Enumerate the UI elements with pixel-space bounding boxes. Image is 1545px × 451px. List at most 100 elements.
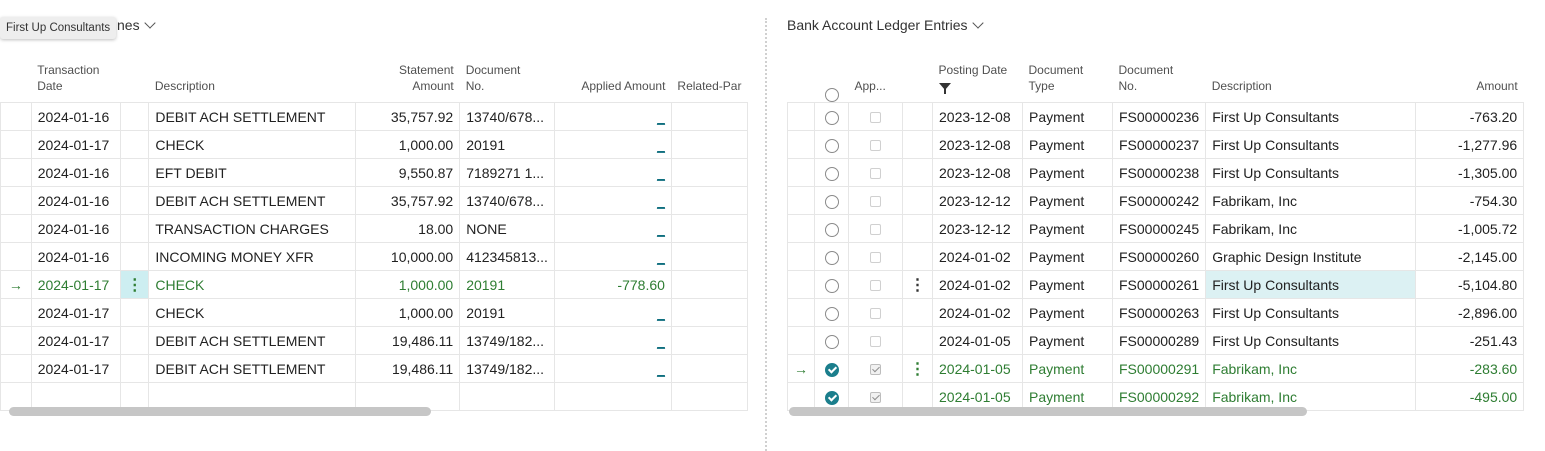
row-menu-icon[interactable]: ⋮: [902, 354, 933, 383]
document-no-cell[interactable]: 20191: [459, 130, 555, 159]
document-no-cell[interactable]: FS00000289: [1112, 326, 1207, 355]
applied-amount-cell[interactable]: _: [554, 158, 672, 187]
applied-cell[interactable]: [848, 270, 903, 299]
related-party-cell[interactable]: [671, 130, 748, 159]
document-no-cell[interactable]: FS00000261: [1112, 270, 1207, 299]
transaction-date-cell[interactable]: 2024-01-16: [31, 158, 122, 187]
document-no-cell[interactable]: FS00000291: [1112, 354, 1207, 383]
document-no-cell[interactable]: 13740/678...: [459, 102, 555, 131]
applied-cell[interactable]: [848, 214, 903, 243]
table-row[interactable]: 2024-01-16 INCOMING MONEY XFR 10,000.00 412…: [0, 242, 748, 271]
applied-cell[interactable]: [848, 158, 903, 187]
related-party-cell[interactable]: [671, 326, 748, 355]
row-select-cell[interactable]: [814, 242, 849, 271]
description-cell[interactable]: DEBIT ACH SETTLEMENT: [148, 102, 357, 131]
header-posting-date[interactable]: Posting Date: [933, 50, 1023, 103]
statement-amount-cell[interactable]: 10,000.00: [355, 242, 461, 271]
description-cell[interactable]: TRANSACTION CHARGES: [148, 214, 357, 243]
description-cell[interactable]: Graphic Design Institute: [1205, 242, 1417, 271]
table-row[interactable]: → ⋮ 2024-01-05 Payment FS00000291 Fabrikam, I…: [787, 354, 1525, 383]
document-no-cell[interactable]: FS00000245: [1112, 214, 1207, 243]
row-select-cell[interactable]: [814, 102, 849, 131]
document-no-cell[interactable]: FS00000237: [1112, 130, 1207, 159]
applied-cell[interactable]: [848, 242, 903, 271]
transaction-date-cell[interactable]: 2024-01-16: [31, 214, 122, 243]
header-applied-amount[interactable]: Applied Amount: [554, 50, 671, 103]
applied-amount-cell[interactable]: _: [554, 242, 672, 271]
header-amount[interactable]: Amount: [1416, 50, 1524, 103]
row-menu-icon[interactable]: [120, 298, 150, 327]
amount-cell[interactable]: -754.30: [1415, 186, 1525, 215]
header-document-no[interactable]: Document No.: [460, 50, 555, 103]
row-menu-icon[interactable]: ⋮: [120, 270, 150, 299]
row-menu-icon[interactable]: [120, 130, 150, 159]
select-all-radio[interactable]: [824, 87, 839, 102]
table-row[interactable]: → 2024-01-17 ⋮ CHECK 1,000.00 20191 -778.60: [0, 270, 748, 299]
table-row[interactable]: 2024-01-16 DEBIT ACH SETTLEMENT 35,757.92 1…: [0, 102, 748, 131]
document-no-cell[interactable]: 7189271 1...: [459, 158, 555, 187]
document-no-cell[interactable]: 13749/182...: [459, 354, 555, 383]
applied-amount-cell[interactable]: _: [554, 102, 672, 131]
applied-checkbox[interactable]: [870, 364, 881, 376]
table-row[interactable]: 2023-12-12 Payment FS00000245 Fabrikam, Inc…: [787, 214, 1525, 243]
document-no-cell[interactable]: 20191: [459, 270, 555, 299]
row-select-radio[interactable]: [824, 306, 839, 321]
document-no-cell[interactable]: 13749/182...: [459, 326, 555, 355]
amount-cell[interactable]: -763.20: [1415, 102, 1525, 131]
row-menu-icon[interactable]: [902, 326, 933, 355]
applied-checkbox[interactable]: [870, 280, 881, 292]
row-select-radio[interactable]: [824, 166, 839, 181]
description-cell[interactable]: Fabrikam, Inc: [1205, 214, 1417, 243]
row-select-cell[interactable]: [814, 354, 849, 383]
amount-cell[interactable]: -2,896.00: [1415, 298, 1525, 327]
applied-checkbox[interactable]: [870, 196, 881, 208]
row-menu-icon[interactable]: [902, 130, 933, 159]
row-select-radio[interactable]: [824, 334, 839, 349]
table-row[interactable]: 2023-12-08 Payment FS00000237 First Up Cons…: [787, 130, 1525, 159]
row-menu-icon[interactable]: [120, 102, 150, 131]
applied-amount-cell[interactable]: _: [554, 298, 672, 327]
statement-amount-cell[interactable]: 18.00: [355, 214, 461, 243]
statement-amount-cell[interactable]: 19,486.11: [355, 354, 461, 383]
row-menu-icon[interactable]: [120, 186, 150, 215]
table-row[interactable]: 2024-01-02 Payment FS00000260 Graphic Desig…: [787, 242, 1525, 271]
transaction-date-cell[interactable]: 2024-01-16: [31, 242, 122, 271]
statement-amount-cell[interactable]: 1,000.00: [355, 270, 461, 299]
applied-checkbox[interactable]: [870, 168, 881, 180]
statement-amount-cell[interactable]: 9,550.87: [355, 158, 461, 187]
document-no-cell[interactable]: FS00000236: [1112, 102, 1207, 131]
pane-divider[interactable]: [765, 18, 767, 451]
transaction-date-cell[interactable]: 2024-01-17: [31, 130, 122, 159]
header-description[interactable]: Description: [149, 50, 356, 103]
statement-amount-cell[interactable]: 19,486.11: [355, 326, 461, 355]
document-no-cell[interactable]: FS00000263: [1112, 298, 1207, 327]
row-menu-icon[interactable]: [902, 158, 933, 187]
table-row[interactable]: 2024-01-17 CHECK 1,000.00 20191 _: [0, 298, 748, 327]
row-select-cell[interactable]: [814, 186, 849, 215]
applied-checkbox[interactable]: [870, 140, 881, 152]
applied-cell[interactable]: [848, 298, 903, 327]
description-cell[interactable]: First Up Consultants: [1205, 158, 1417, 187]
description-cell[interactable]: First Up Consultants: [1205, 130, 1417, 159]
transaction-date-cell[interactable]: 2024-01-17: [31, 298, 122, 327]
row-menu-icon[interactable]: [902, 186, 933, 215]
description-cell[interactable]: DEBIT ACH SETTLEMENT: [148, 186, 357, 215]
description-cell[interactable]: DEBIT ACH SETTLEMENT: [148, 326, 357, 355]
row-select-cell[interactable]: [814, 326, 849, 355]
applied-checkbox[interactable]: [870, 308, 881, 320]
header-transaction-date[interactable]: Transaction Date: [31, 50, 120, 103]
row-menu-icon[interactable]: [120, 326, 150, 355]
row-select-radio[interactable]: [824, 362, 839, 377]
transaction-date-cell[interactable]: 2024-01-16: [31, 186, 122, 215]
transaction-date-cell[interactable]: 2024-01-16: [31, 102, 122, 131]
table-row[interactable]: 2023-12-12 Payment FS00000242 Fabrikam, Inc…: [787, 186, 1525, 215]
amount-cell[interactable]: -5,104.80: [1415, 270, 1525, 299]
description-cell[interactable]: First Up Consultants: [1205, 270, 1417, 299]
table-row[interactable]: 2023-12-08 Payment FS00000238 First Up Cons…: [787, 158, 1525, 187]
description-cell[interactable]: DEBIT ACH SETTLEMENT: [148, 354, 357, 383]
applied-cell[interactable]: [848, 102, 903, 131]
applied-checkbox[interactable]: [870, 392, 881, 404]
row-select-cell[interactable]: [814, 270, 849, 299]
table-row[interactable]: 2024-01-16 EFT DEBIT 9,550.87 7189271 1... _: [0, 158, 748, 187]
statement-amount-cell[interactable]: 35,757.92: [355, 102, 461, 131]
